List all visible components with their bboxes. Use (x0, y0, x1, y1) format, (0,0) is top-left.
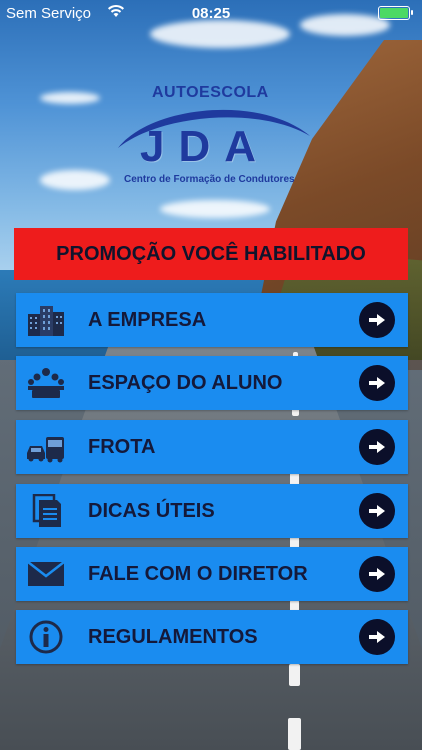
buildings-icon (24, 300, 68, 340)
arrow-right-circle-icon (359, 302, 395, 338)
menu-label: REGULAMENTOS (88, 625, 258, 648)
menu-label: FALE COM O DIRETOR (88, 562, 308, 585)
app-logo: AUTOESCOLA JDA Centro de Formação de Con… (110, 82, 320, 192)
envelope-icon (24, 554, 68, 594)
menu-label: A EMPRESA (88, 308, 207, 331)
logo-top-text: AUTOESCOLA (152, 84, 269, 101)
arrow-right-circle-icon (359, 619, 395, 655)
promo-label: PROMOÇÃO VOCÊ HABILITADO (56, 242, 366, 265)
menu-button-espaco-aluno[interactable]: ESPAÇO DO ALUNO (16, 356, 408, 410)
status-bar: Sem Serviço 08:25 (0, 0, 422, 26)
logo-subtitle: Centro de Formação de Condutores (124, 174, 295, 185)
lane-marking (289, 664, 300, 686)
menu-label: FROTA (88, 435, 156, 458)
arrow-right-circle-icon (359, 365, 395, 401)
arrow-right-circle-icon (359, 556, 395, 592)
students-icon (24, 363, 68, 403)
arrow-right-circle-icon (359, 429, 395, 465)
menu-button-empresa[interactable]: A EMPRESA (16, 293, 408, 347)
cloud (160, 200, 270, 218)
info-icon (24, 617, 68, 657)
promo-banner[interactable]: PROMOÇÃO VOCÊ HABILITADO (14, 228, 408, 280)
documents-icon (24, 491, 68, 531)
battery-icon (378, 6, 413, 20)
vehicles-icon (24, 427, 68, 467)
menu-label: DICAS ÚTEIS (88, 499, 215, 522)
clock: 08:25 (191, 5, 231, 22)
logo-main-text: JDA (140, 122, 271, 171)
cloud (40, 170, 110, 190)
menu-button-regulamentos[interactable]: REGULAMENTOS (16, 610, 408, 664)
menu-button-frota[interactable]: FROTA (16, 420, 408, 474)
menu-label: ESPAÇO DO ALUNO (88, 371, 283, 394)
cloud (40, 92, 100, 104)
menu-button-fale-diretor[interactable]: FALE COM O DIRETOR (16, 547, 408, 601)
menu-button-dicas-uteis[interactable]: DICAS ÚTEIS (16, 484, 408, 538)
arrow-right-circle-icon (359, 493, 395, 529)
lane-marking (288, 718, 301, 750)
